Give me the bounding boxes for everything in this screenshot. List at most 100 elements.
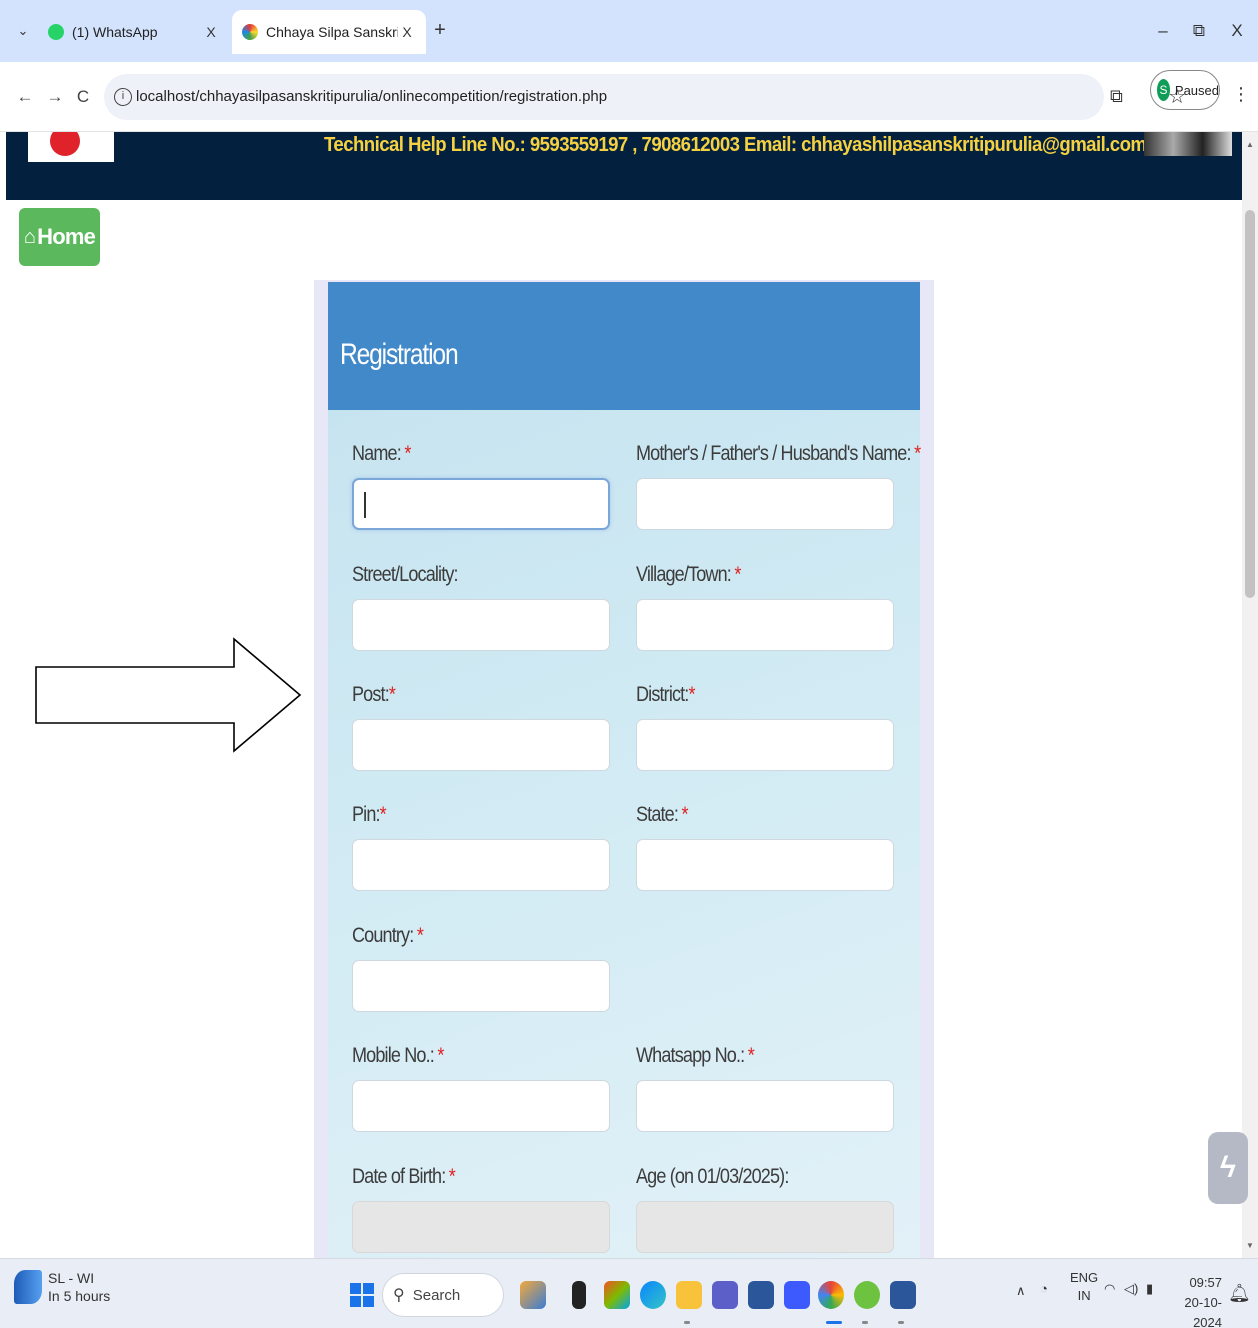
scroll-down-icon[interactable]: ▼ xyxy=(1246,1241,1254,1250)
file-explorer-icon[interactable] xyxy=(676,1281,702,1309)
whatsapp-input[interactable] xyxy=(636,1080,894,1132)
street-input[interactable] xyxy=(352,599,610,651)
new-tab-button[interactable]: + xyxy=(428,18,452,42)
browser-toolbar: ← → C i localhost/chhayasilpasanskritipu… xyxy=(0,62,1258,132)
whatsapp-label: Whatsapp No.: * xyxy=(636,1044,755,1067)
pin-input[interactable] xyxy=(352,839,610,891)
word-icon[interactable] xyxy=(890,1281,916,1309)
time: 09:57 xyxy=(1189,1275,1222,1290)
teams-icon[interactable] xyxy=(712,1281,738,1309)
task-view-icon[interactable] xyxy=(572,1281,586,1309)
tab-close-icon[interactable]: X xyxy=(202,24,220,40)
village-field: Village/Town: * xyxy=(636,563,894,651)
start-button-icon[interactable] xyxy=(350,1283,374,1307)
reload-button[interactable]: C xyxy=(72,86,94,108)
address-bar[interactable]: i localhost/chhayasilpasanskritipurulia/… xyxy=(104,74,1186,120)
browser-tab-bar: ⌄ (1) WhatsApp X Chhaya Silpa Sanskriti,… xyxy=(0,0,1258,62)
pin-label: Pin:* xyxy=(352,803,387,826)
profile-button[interactable]: S Paused xyxy=(1150,70,1220,110)
edge-icon[interactable] xyxy=(640,1281,666,1309)
form-title: Registration xyxy=(340,338,459,371)
district-input[interactable] xyxy=(636,719,894,771)
helpline-text: Technical Help Line No.: 9593559197 , 79… xyxy=(324,134,1147,156)
guardian-name-label: Mother's / Father's / Husband's Name: * xyxy=(636,442,921,465)
tab-chhaya-silpa[interactable]: Chhaya Silpa Sanskriti, Purulia X xyxy=(232,10,426,54)
page-scrollbar[interactable]: ▲ ▼ xyxy=(1242,132,1258,1258)
floating-widget-button[interactable]: ϟ xyxy=(1208,1132,1248,1204)
notification-bell-icon[interactable]: 🔔︎ xyxy=(1228,1283,1251,1304)
taskbar: SL - WI In 5 hours ⚲ Search ∧ ◔ ENG IN ◠… xyxy=(0,1258,1258,1328)
tab-search-chevron-icon[interactable]: ⌄ xyxy=(12,20,34,42)
minimize-button[interactable]: – xyxy=(1148,16,1178,46)
village-input[interactable] xyxy=(636,599,894,651)
guardian-name-field: Mother's / Father's / Husband's Name: * xyxy=(636,442,921,530)
volume-icon[interactable]: ◁) xyxy=(1124,1281,1138,1297)
chrome-icon[interactable] xyxy=(818,1281,844,1309)
street-label: Street/Locality: xyxy=(352,563,459,586)
restore-button[interactable]: ⧉ xyxy=(1184,16,1214,46)
street-field: Street/Locality: xyxy=(352,563,610,651)
country-field: Country: * xyxy=(352,924,610,1012)
whatsapp-icon xyxy=(48,24,64,40)
name-input[interactable] xyxy=(352,478,610,530)
weather-subtitle: In 5 hours xyxy=(48,1288,111,1304)
tab-whatsapp[interactable]: (1) WhatsApp X xyxy=(38,10,230,54)
guardian-name-input[interactable] xyxy=(636,478,894,530)
dob-input[interactable] xyxy=(352,1201,610,1253)
copilot-icon[interactable] xyxy=(604,1281,630,1309)
country-label: Country: * xyxy=(352,924,424,947)
home-label: Home xyxy=(37,224,96,249)
tab-title: Chhaya Silpa Sanskriti, Purulia xyxy=(266,24,398,40)
scroll-up-icon[interactable]: ▲ xyxy=(1246,140,1254,149)
widgets-icon[interactable] xyxy=(520,1281,546,1309)
whatsapp-field: Whatsapp No.: * xyxy=(636,1044,894,1132)
state-input[interactable] xyxy=(636,839,894,891)
battery-icon[interactable]: ▮ xyxy=(1146,1281,1153,1297)
tab-close-icon[interactable]: X xyxy=(398,24,416,40)
village-label: Village/Town: * xyxy=(636,563,741,586)
running-indicator xyxy=(684,1321,690,1324)
language-bottom: IN xyxy=(1077,1288,1091,1303)
page-viewport: Technical Help Line No.: 9593559197 , 79… xyxy=(0,132,1258,1258)
wifi-icon[interactable]: ◠ xyxy=(1104,1281,1115,1297)
search-label: Search xyxy=(412,1286,461,1304)
site-favicon-icon xyxy=(242,24,258,40)
age-field: Age (on 01/03/2025): xyxy=(636,1165,894,1253)
weather-widget[interactable]: SL - WI In 5 hours xyxy=(14,1269,110,1305)
home-button[interactable]: ⌂ Home xyxy=(19,208,100,266)
forward-button[interactable]: → xyxy=(44,86,66,108)
language-indicator[interactable]: ENG IN xyxy=(1070,1269,1098,1305)
post-input[interactable] xyxy=(352,719,610,771)
district-field: District:* xyxy=(636,683,894,771)
running-indicator xyxy=(862,1321,868,1324)
post-label: Post:* xyxy=(352,683,396,706)
extensions-icon[interactable]: ⧉ xyxy=(1110,86,1123,107)
language-top: ENG xyxy=(1070,1270,1099,1285)
taskbar-search[interactable]: ⚲ Search xyxy=(382,1273,504,1317)
app-icon-green[interactable] xyxy=(854,1281,880,1309)
mobile-input[interactable] xyxy=(352,1080,610,1132)
scrollbar-thumb[interactable] xyxy=(1245,210,1255,598)
store-icon[interactable] xyxy=(748,1281,774,1309)
avatar: S xyxy=(1157,79,1170,101)
tray-app-icon[interactable]: ◔ xyxy=(1040,1281,1048,1296)
age-label: Age (on 01/03/2025): xyxy=(636,1165,789,1188)
browser-menu-icon[interactable]: ⋮ xyxy=(1232,84,1250,105)
weather-icon xyxy=(14,1270,42,1304)
name-field: Name: * xyxy=(352,442,610,530)
clock[interactable]: 09:57 20-10-2024 xyxy=(1166,1273,1222,1328)
show-hidden-icons-icon[interactable]: ∧ xyxy=(1016,1283,1026,1299)
back-button[interactable]: ← xyxy=(14,86,36,108)
state-label: State: * xyxy=(636,803,689,826)
age-input xyxy=(636,1201,894,1253)
close-window-button[interactable]: X xyxy=(1222,16,1252,46)
state-field: State: * xyxy=(636,803,894,891)
app-icon[interactable] xyxy=(784,1281,810,1309)
url-text[interactable]: localhost/chhayasilpasanskritipurulia/on… xyxy=(136,88,607,105)
date: 20-10-2024 xyxy=(1184,1295,1222,1328)
country-input[interactable] xyxy=(352,960,610,1012)
registration-form-wrapper: Registration Name: * Mother's / Father's … xyxy=(314,280,934,1258)
mobile-field: Mobile No.: * xyxy=(352,1044,610,1132)
site-info-icon[interactable]: i xyxy=(114,88,132,106)
active-indicator xyxy=(826,1321,842,1324)
